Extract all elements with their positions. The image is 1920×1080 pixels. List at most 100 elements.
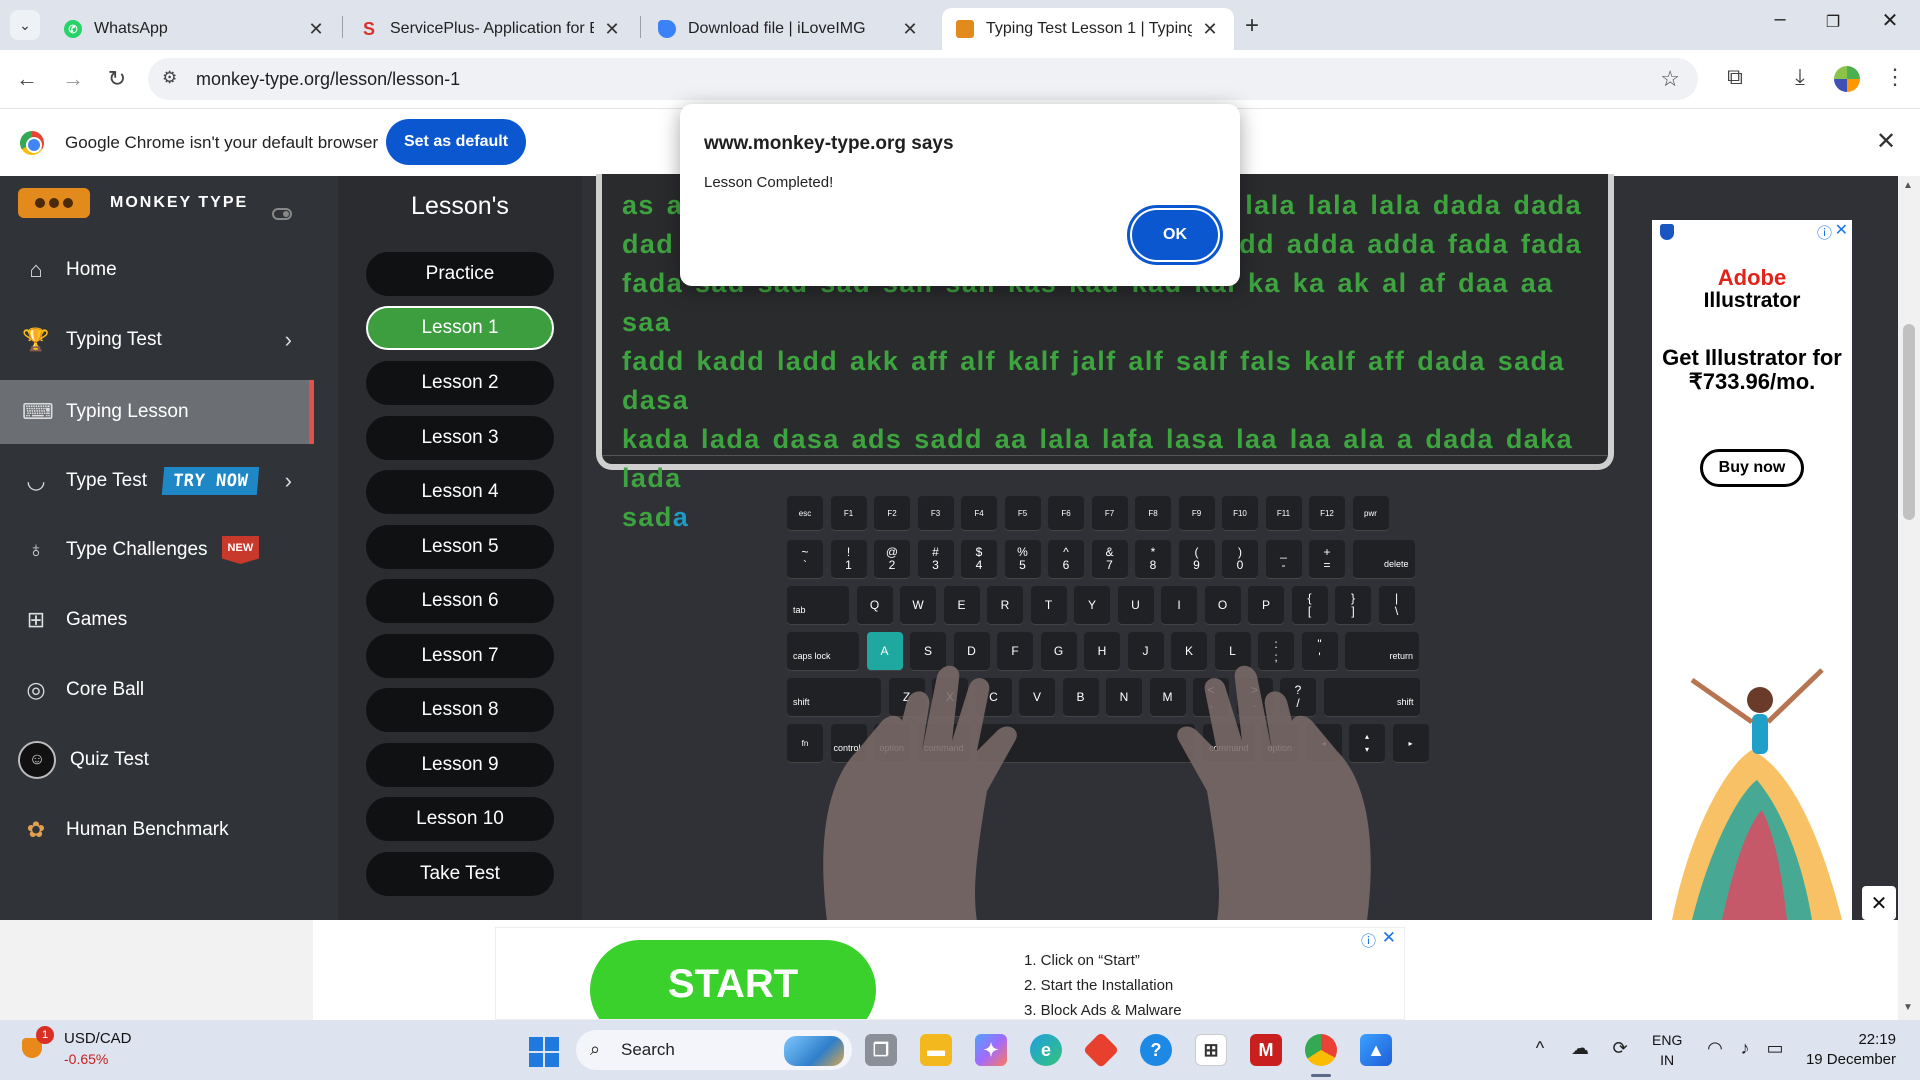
tab-close-icon[interactable]: ✕ [602, 19, 622, 40]
scrollbar-thumb[interactable] [1903, 324, 1915, 520]
reload-icon[interactable]: ↻ [102, 66, 132, 92]
close-window-icon[interactable]: ✕ [1870, 8, 1910, 33]
lesson-button-9[interactable]: Lesson 9 [366, 743, 554, 787]
new-tab-icon[interactable]: + [1245, 12, 1259, 40]
extensions-icon[interactable]: ⧉ [1720, 64, 1750, 90]
key-f10[interactable]: F10 [1222, 496, 1258, 530]
site-info-icon[interactable]: ⚙ [162, 68, 177, 88]
key-f3[interactable]: F3 [917, 496, 954, 530]
restore-icon[interactable]: ❐ [1813, 12, 1853, 32]
taskbar-search[interactable]: ⌕ Search [576, 1030, 852, 1070]
key-pwr[interactable]: pwr [1352, 496, 1389, 530]
key-f5[interactable]: F5 [1004, 496, 1041, 530]
key-f4[interactable]: F4 [961, 496, 997, 530]
sync-icon[interactable]: ⟳ [1605, 1038, 1635, 1059]
tab-close-icon[interactable]: ✕ [1200, 19, 1220, 40]
battery-icon[interactable]: ▭ [1760, 1038, 1790, 1059]
ad-close-icon[interactable]: ✕ [1382, 928, 1396, 948]
tab-close-icon[interactable]: ✕ [306, 19, 326, 40]
key-esc[interactable]: esc [787, 496, 823, 530]
tab-monkey-type[interactable]: Typing Test Lesson 1 | Typing Te ✕ [942, 8, 1234, 50]
lesson-button-practice[interactable]: Practice [366, 252, 554, 296]
sidebar-item-home[interactable]: ⌂ Home [0, 238, 314, 302]
key-[interactable]: + = [1309, 540, 1345, 578]
profile-avatar[interactable] [1834, 66, 1860, 92]
url-text[interactable]: monkey-type.org/lesson/lesson-1 [196, 69, 460, 90]
ad-info-icon[interactable]: ⓘ [1361, 930, 1376, 951]
key-f1[interactable]: F1 [830, 496, 867, 530]
theme-toggle-icon[interactable] [272, 208, 292, 220]
bottom-ad-banner[interactable]: START 1. Click on “Start” 2. Start the I… [495, 927, 1405, 1020]
infobar-close-icon[interactable]: ✕ [1876, 127, 1896, 156]
onedrive-icon[interactable]: ☁ [1565, 1038, 1595, 1059]
bookmark-star-icon[interactable]: ☆ [1660, 66, 1680, 92]
take-test-button[interactable]: Take Test [366, 852, 554, 896]
lesson-button-6[interactable]: Lesson 6 [366, 579, 554, 623]
lesson-button-4[interactable]: Lesson 4 [366, 470, 554, 514]
key-2[interactable]: @ 2 [874, 540, 910, 578]
key-f8[interactable]: F8 [1135, 496, 1171, 530]
key-9[interactable]: ( 9 [1178, 540, 1215, 578]
ticker-name[interactable]: USD/CAD [64, 1030, 132, 1047]
key-1[interactable]: ! 1 [830, 540, 867, 578]
widgets-icon[interactable]: 1 [22, 1026, 54, 1058]
brand-name[interactable]: MONKEY TYPE [110, 194, 248, 212]
key-4[interactable]: $ 4 [961, 540, 997, 578]
key-f11[interactable]: F11 [1265, 496, 1302, 530]
key-0[interactable]: ) 0 [1222, 540, 1258, 578]
set-as-default-button[interactable]: Set as default [386, 119, 526, 165]
sidebar-item-typing-lesson[interactable]: ⌨ Typing Lesson [0, 380, 314, 444]
start-button[interactable]: START [590, 940, 876, 1019]
start-icon[interactable] [529, 1037, 559, 1067]
volume-icon[interactable]: ♪ [1730, 1038, 1760, 1059]
sidebar-item-games[interactable]: ⊞ Games [0, 588, 314, 652]
key-f7[interactable]: F7 [1091, 496, 1128, 530]
key-[interactable]: ~ ` [787, 540, 823, 578]
download-icon[interactable]: ⤓ [1785, 64, 1815, 90]
photos-icon[interactable]: ▲ [1360, 1034, 1392, 1066]
tray-chevron-icon[interactable]: ^ [1525, 1038, 1555, 1059]
key-f6[interactable]: F6 [1048, 496, 1084, 530]
key-f9[interactable]: F9 [1178, 496, 1215, 530]
tab-search-chevron-icon[interactable]: ⌄ [10, 10, 40, 40]
scroll-down-icon[interactable]: ▼ [1903, 1002, 1913, 1013]
sidebar-item-type-challenges[interactable]: ♁ Type Challenges NEW [0, 518, 314, 582]
app-red-diamond-icon[interactable] [1082, 1031, 1120, 1069]
language-indicator[interactable]: ENG IN [1652, 1030, 1682, 1070]
lesson-button-10[interactable]: Lesson 10 [366, 797, 554, 841]
buy-now-button[interactable]: Buy now [1700, 449, 1804, 487]
tab-iloveimg[interactable]: Download file | iLoveIMG ✕ [644, 8, 934, 50]
lesson-button-5[interactable]: Lesson 5 [366, 525, 554, 569]
sidebar-item-quiz-test[interactable]: ☺ Quiz Test [0, 728, 314, 792]
address-bar[interactable]: ⚙ monkey-type.org/lesson/lesson-1 ☆ [148, 58, 1698, 100]
ad-info-icon[interactable]: ⓘ [1817, 222, 1832, 243]
help-icon[interactable]: ? [1140, 1034, 1172, 1066]
key-delete[interactable]: delete [1352, 540, 1415, 578]
tab-serviceplus[interactable]: S ServicePlus- Application for BM ✕ [346, 8, 636, 50]
lesson-button-3[interactable]: Lesson 3 [366, 416, 554, 460]
lesson-button-8[interactable]: Lesson 8 [366, 688, 554, 732]
key-[interactable]: ▸ [1392, 724, 1429, 762]
key-6[interactable]: ^ 6 [1048, 540, 1084, 578]
right-ad-dismiss-icon[interactable]: ✕ [1862, 886, 1896, 920]
monkey-type-logo[interactable] [18, 188, 90, 218]
key-5[interactable]: % 5 [1004, 540, 1041, 578]
key-[interactable]: _ - [1265, 540, 1302, 578]
sidebar-item-typing-test[interactable]: 🏆 Typing Test › [0, 308, 314, 372]
file-explorer-icon[interactable]: ▬ [920, 1034, 952, 1066]
clock[interactable]: 22:19 19 December [1796, 1030, 1896, 1070]
key-f12[interactable]: F12 [1309, 496, 1345, 530]
forward-icon[interactable]: → [58, 66, 88, 92]
sidebar-item-core-ball[interactable]: ◎ Core Ball [0, 658, 314, 722]
mcafee-icon[interactable]: M [1250, 1034, 1282, 1066]
back-icon[interactable]: ← [12, 66, 42, 92]
menu-dots-icon[interactable]: ⋮ [1880, 64, 1910, 90]
lesson-button-7[interactable]: Lesson 7 [366, 634, 554, 678]
store-icon[interactable]: ⊞ [1195, 1034, 1227, 1066]
key-8[interactable]: * 8 [1135, 540, 1171, 578]
scroll-up-icon[interactable]: ▲ [1903, 180, 1913, 191]
key-7[interactable]: & 7 [1091, 540, 1128, 578]
copilot-icon[interactable]: ✦ [975, 1034, 1007, 1066]
lesson-button-1[interactable]: Lesson 1 [366, 306, 554, 350]
task-view-icon[interactable]: ❐ [865, 1034, 897, 1066]
